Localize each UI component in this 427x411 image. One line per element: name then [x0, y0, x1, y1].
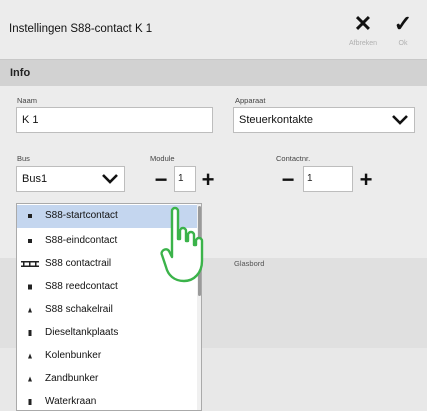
- diesel-icon: [28, 330, 32, 336]
- rail-icon: [21, 261, 39, 267]
- contactnr-increment-button[interactable]: +: [355, 168, 377, 192]
- cancel-label: Afbreken: [348, 40, 378, 47]
- switch-rail-icon: [28, 307, 32, 313]
- apparaat-value: Steuerkontakte: [239, 114, 313, 126]
- touch-hand-icon: [160, 206, 204, 283]
- list-item[interactable]: Dieseltankplaats: [17, 322, 197, 345]
- sand-icon: [28, 376, 32, 382]
- contactnr-decrement-button[interactable]: −: [277, 168, 299, 192]
- title-bar: Instellingen S88-contact K 1 ✕ Afbreken …: [0, 0, 427, 60]
- bus-label: Bus: [17, 154, 30, 163]
- settings-dialog: Instellingen S88-contact K 1 ✕ Afbreken …: [0, 0, 427, 411]
- info-section-header: Info: [0, 60, 427, 86]
- section-title: Info: [10, 67, 31, 79]
- list-item[interactable]: S88 schakelrail: [17, 299, 197, 322]
- list-item[interactable]: Zandbunker: [17, 368, 197, 391]
- ok-button[interactable]: ✓ Ok: [386, 12, 420, 56]
- water-icon: [28, 399, 32, 405]
- naam-label: Naam: [17, 96, 38, 105]
- contactnr-value[interactable]: 1: [303, 166, 353, 192]
- chevron-down-icon: [392, 115, 408, 125]
- contactnr-label: Contactnr.: [276, 154, 311, 163]
- close-icon: ✕: [353, 11, 373, 36]
- apparaat-select[interactable]: Steuerkontakte: [233, 107, 415, 133]
- dialog-title: Instellingen S88-contact K 1: [9, 23, 153, 35]
- list-item[interactable]: Kolenbunker: [17, 345, 197, 368]
- list-item[interactable]: Waterkraan: [17, 391, 197, 410]
- glasbord-label: Glasbord: [234, 259, 265, 268]
- contact-icon: [28, 239, 32, 243]
- coal-icon: [28, 353, 32, 359]
- module-value[interactable]: 1: [174, 166, 196, 192]
- cancel-button[interactable]: ✕ Afbreken: [346, 12, 380, 56]
- naam-input[interactable]: K 1: [16, 107, 213, 133]
- reed-icon: [28, 284, 32, 290]
- bus-select[interactable]: Bus1: [16, 166, 125, 192]
- checkmark-icon: ✓: [393, 11, 413, 36]
- chevron-down-icon: [102, 174, 118, 184]
- bus-value: Bus1: [22, 173, 48, 185]
- module-label: Module: [150, 154, 175, 163]
- module-decrement-button[interactable]: −: [150, 168, 172, 192]
- contact-icon: [28, 214, 32, 218]
- ok-label: Ok: [398, 40, 408, 47]
- apparaat-label: Apparaat: [235, 96, 266, 105]
- module-increment-button[interactable]: +: [197, 168, 219, 192]
